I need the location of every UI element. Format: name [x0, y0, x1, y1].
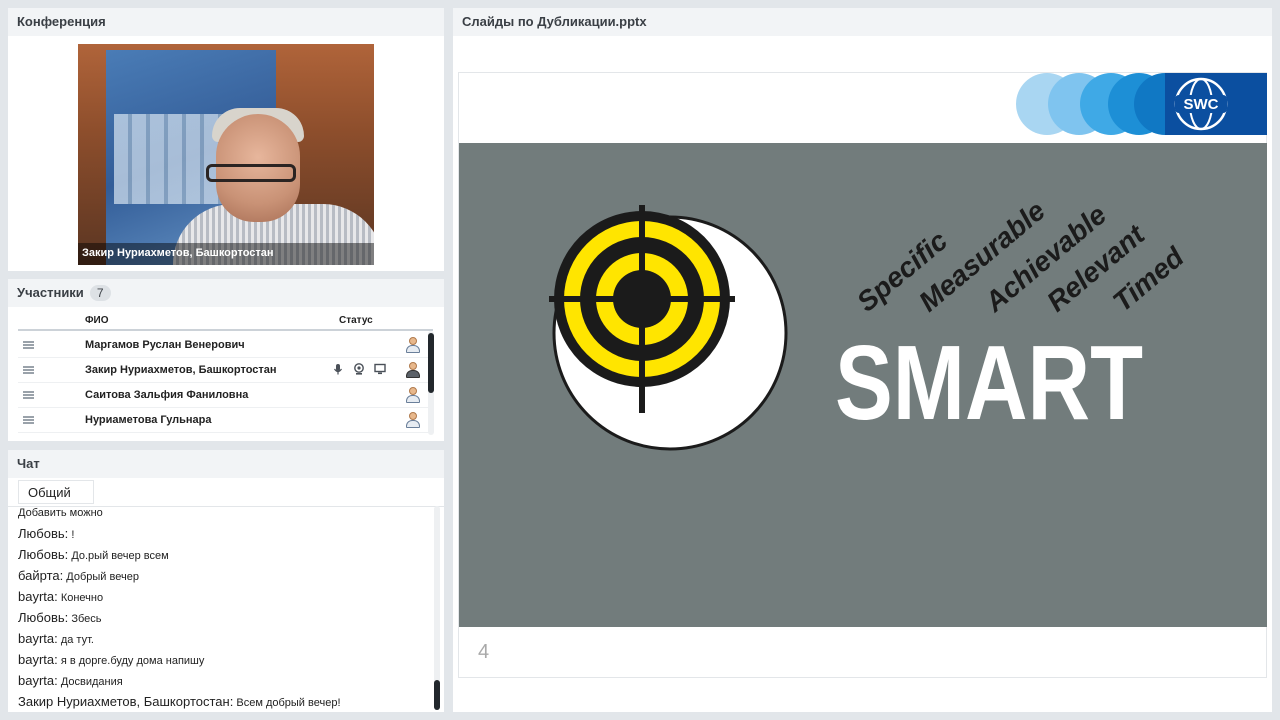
participants-header: Участники 7 [8, 279, 444, 307]
chat-message: Любовь: До.рый вечер всем [18, 547, 169, 562]
message-text: До.рый вечер всем [71, 550, 169, 562]
conference-panel: Конференция Закир Нуриахметов, Башкортос… [8, 8, 444, 271]
participants-panel: Участники 7 ФИО Статус Маргамов Руслан Ве… [8, 279, 444, 441]
participants-title: Участники [17, 285, 84, 300]
participant-name: Нуриаметова Гульнара [85, 414, 212, 426]
target-icon [549, 205, 788, 451]
message-author: Закир Нуриахметов, Башкортостан: [18, 694, 234, 709]
message-author: Любовь: [18, 610, 69, 625]
video-caption: Закир Нуриахметов, Башкортостан [78, 243, 374, 265]
drag-handle-icon[interactable] [23, 341, 34, 349]
message-text: да тут. [60, 634, 94, 646]
participant-row[interactable]: Маргамов Руслан Венерович [18, 333, 433, 358]
slide-canvas[interactable]: SWC Specific Measurable Achievable Relev… [458, 72, 1267, 678]
participant-name: Закир Нуриахметов, Башкортостан [85, 364, 277, 376]
chat-scrollbar[interactable] [434, 506, 440, 710]
message-author: Любовь: [18, 547, 69, 562]
slide-content: Specific Measurable Achievable Relevant … [459, 143, 1267, 627]
chat-message: Добавить можно [18, 507, 103, 519]
chat-message: Закир Нуриахметов, Башкортостан: Всем до… [18, 694, 341, 709]
message-text: Конечно [60, 592, 104, 604]
chat-message: Любовь: Збесь [18, 610, 101, 625]
chat-scrollbar-thumb[interactable] [434, 680, 440, 710]
message-author: Любовь: [18, 526, 69, 541]
column-header-status[interactable]: Статус [339, 315, 373, 326]
participant-row[interactable]: Закир Нуриахметов, Башкортостан [18, 358, 433, 383]
slides-panel: Слайды по Дубликации.pptx SWC Specific M… [453, 8, 1272, 712]
participants-table-header: ФИО Статус [18, 313, 433, 331]
user-role-icon [406, 412, 420, 429]
chat-message: bayrta: Досвидания [18, 673, 123, 688]
message-text: Добрый вечер [66, 571, 139, 583]
message-text: я в дорге.буду дома напишу [60, 655, 205, 667]
message-author: bayrta: [18, 652, 58, 667]
message-text: ! [71, 529, 75, 541]
drag-handle-icon[interactable] [23, 416, 34, 424]
chat-message: байрта: Добрый вечер [18, 568, 139, 583]
participants-scrollbar-thumb[interactable] [428, 333, 434, 393]
participants-count-badge: 7 [89, 285, 111, 301]
message-author: bayrta: [18, 631, 58, 646]
slide-heading: SMART [835, 324, 1143, 442]
slides-title: Слайды по Дубликации.pptx [453, 8, 1272, 36]
participants-list: Маргамов Руслан Венерович Закир Нуриахме… [18, 333, 433, 433]
participant-name: Саитова Зальфия Фаниловна [85, 389, 249, 401]
message-text: Збесь [71, 613, 102, 625]
drag-handle-icon[interactable] [23, 366, 34, 374]
conference-title: Конференция [8, 8, 444, 36]
drag-handle-icon[interactable] [23, 391, 34, 399]
video-feed[interactable]: Закир Нуриахметов, Башкортостан [78, 44, 374, 265]
slide-artwork: Specific Measurable Achievable Relevant … [549, 195, 1190, 451]
tab-general[interactable]: Общий [18, 480, 94, 504]
chat-message: bayrta: да тут. [18, 631, 94, 646]
chat-message: bayrta: я в дорге.буду дома напишу [18, 652, 204, 667]
message-text: Добавить можно [18, 507, 103, 519]
participant-name: Маргамов Руслан Венерович [85, 339, 245, 351]
message-author: bayrta: [18, 673, 58, 688]
message-author: bayrta: [18, 589, 58, 604]
logo-text: SWC [1184, 96, 1219, 113]
chat-title: Чат [8, 450, 444, 478]
user-role-icon [406, 362, 420, 379]
slide-page-number: 4 [478, 641, 490, 663]
chat-messages: Добавить можно Любовь: ! Любовь: До.рый … [8, 506, 444, 712]
chat-message: bayrta: Конечно [18, 589, 103, 604]
user-role-icon [406, 387, 420, 404]
swc-logo: SWC [1016, 73, 1267, 135]
participant-row[interactable]: Саитова Зальфия Фаниловна [18, 383, 433, 408]
chat-panel: Чат Общий Добавить можно Любовь: ! Любов… [8, 450, 444, 712]
microphone-icon[interactable] [332, 363, 344, 375]
webcam-icon[interactable] [353, 363, 365, 375]
user-role-icon [406, 337, 420, 354]
message-author: байрта: [18, 568, 64, 583]
message-text: Досвидания [60, 676, 123, 688]
participants-scrollbar[interactable] [428, 331, 434, 435]
speaker-glasses [206, 164, 296, 182]
smart-words: Specific Measurable Achievable Relevant … [851, 195, 1190, 318]
column-header-name[interactable]: ФИО [85, 315, 109, 326]
participant-row[interactable]: Нуриаметова Гульнара [18, 408, 433, 433]
chat-message: Любовь: ! [18, 526, 74, 541]
screen-share-icon[interactable] [374, 363, 386, 375]
message-text: Всем добрый вечер! [236, 697, 341, 709]
